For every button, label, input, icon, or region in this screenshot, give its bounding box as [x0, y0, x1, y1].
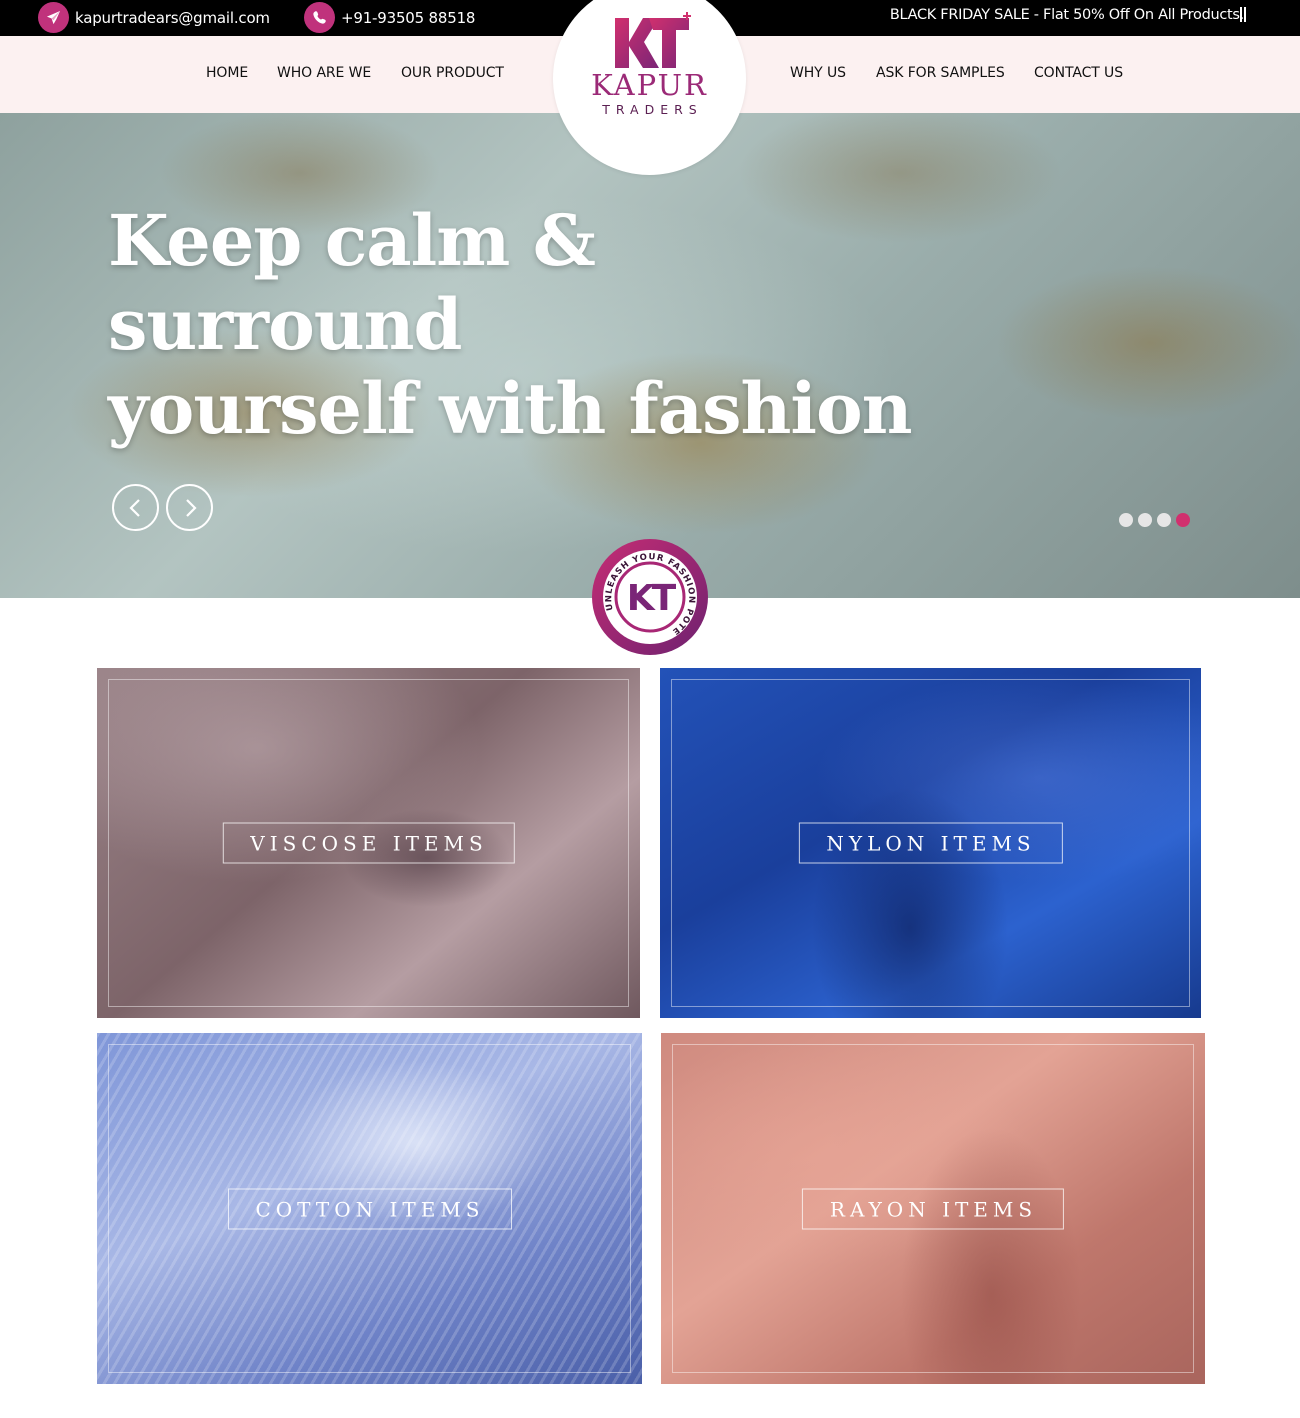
category-label-cotton[interactable]: COTTON ITEMS [227, 1188, 512, 1229]
fashion-potential-badge: UNLEASH YOUR FASHION POTENTIAL KT [587, 531, 709, 656]
slider-pagination [1119, 513, 1190, 527]
hero-slider: Keep calm & surround yourself with fashi… [0, 113, 1300, 598]
slider-dot-3[interactable] [1157, 513, 1171, 527]
category-tile-viscose[interactable]: VISCOSE ITEMS [97, 668, 640, 1018]
badge-mark: KT [627, 578, 677, 619]
email-contact[interactable]: kapurtradears@gmail.com [38, 1, 270, 34]
hero-heading-line-2: yourself with fashion [108, 367, 913, 450]
nav-why-us[interactable]: WHY US [790, 65, 846, 81]
phone-text[interactable]: +91-93505 88518 [341, 9, 475, 27]
pause-icon[interactable] [1240, 7, 1246, 22]
chevron-left-icon [128, 498, 140, 517]
hero-heading: Keep calm & surround yourself with fashi… [108, 199, 928, 451]
logo-subtitle: TRADERS [602, 102, 703, 117]
logo-name: KAPUR [591, 68, 708, 102]
category-tile-nylon[interactable]: NYLON ITEMS [660, 668, 1201, 1018]
promo-ticker[interactable]: BLACK FRIDAY SALE - Flat 50% Off On All … [890, 7, 1244, 23]
slider-dot-4[interactable] [1176, 513, 1190, 527]
nav-who-are-we[interactable]: WHO ARE WE [277, 65, 371, 81]
category-tile-cotton[interactable]: COTTON ITEMS [97, 1033, 642, 1384]
nav-contact-us[interactable]: CONTACT US [1034, 65, 1123, 81]
kt-monogram [615, 12, 691, 68]
slider-next-button[interactable] [166, 484, 213, 531]
category-tile-rayon[interactable]: RAYON ITEMS [661, 1033, 1205, 1384]
category-label-rayon[interactable]: RAYON ITEMS [801, 1188, 1065, 1229]
phone-contact[interactable]: +91-93505 88518 [304, 1, 475, 34]
category-label-viscose[interactable]: VISCOSE ITEMS [222, 822, 515, 864]
nav-home[interactable]: HOME [206, 65, 248, 81]
paper-plane-icon [38, 2, 69, 33]
chevron-right-icon [185, 498, 197, 517]
slider-prev-button[interactable] [112, 484, 159, 531]
category-label-nylon[interactable]: NYLON ITEMS [798, 822, 1063, 864]
nav-our-product[interactable]: OUR PRODUCT [401, 65, 504, 81]
nav-ask-for-samples[interactable]: ASK FOR SAMPLES [876, 65, 1005, 81]
phone-icon [304, 2, 335, 33]
slider-dot-1[interactable] [1119, 513, 1133, 527]
slider-dot-2[interactable] [1138, 513, 1152, 527]
hero-heading-line-1: Keep calm & surround [108, 199, 596, 366]
email-text[interactable]: kapurtradears@gmail.com [75, 9, 270, 27]
